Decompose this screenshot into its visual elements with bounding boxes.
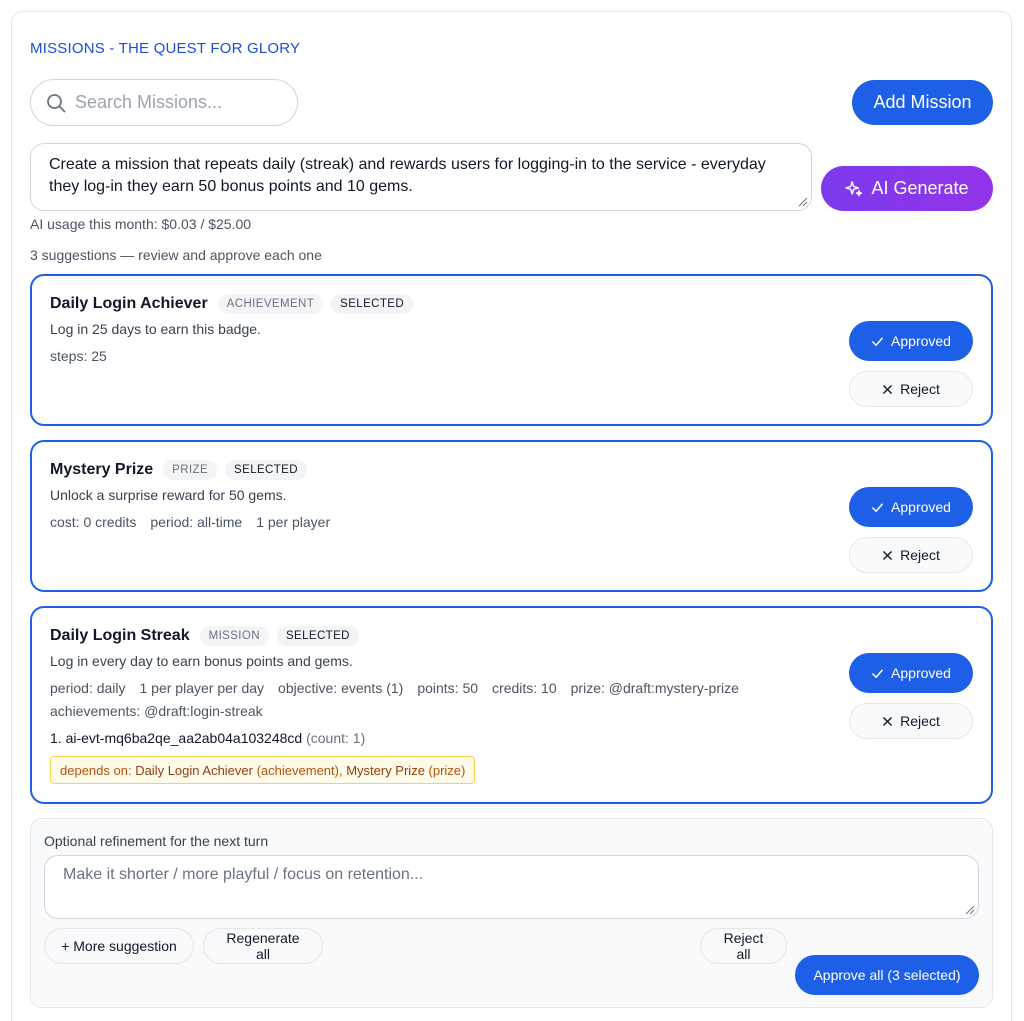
suggestion-card-mystery-prize: Mystery Prize PRIZE SELECTED Unlock a su…: [30, 440, 993, 592]
card-title: Mystery Prize: [50, 461, 154, 478]
refinement-panel: Optional refinement for the next turn + …: [30, 818, 993, 1008]
selected-tag: SELECTED: [276, 626, 359, 646]
prompt-box[interactable]: Create a mission that repeats daily (str…: [30, 143, 812, 211]
more-suggestion-button[interactable]: + More suggestion: [44, 928, 194, 964]
check-icon: [872, 669, 883, 678]
depends-type-b: (prize): [424, 762, 466, 778]
card-description: Unlock a surprise reward for 50 gems.: [50, 487, 287, 503]
meta-item: steps: 25: [50, 348, 107, 364]
type-tag: ACHIEVEMENT: [217, 294, 324, 314]
sparkle-icon: [845, 180, 863, 196]
depends-type-a: (achievement),: [252, 762, 347, 778]
ai-usage-text: AI usage this month: $0.03 / $25.00: [30, 216, 252, 232]
ai-generate-label: AI Generate: [871, 178, 969, 198]
close-icon: [883, 550, 893, 560]
meta-item: period: daily: [50, 680, 126, 696]
search-input[interactable]: [75, 80, 290, 125]
reject-label: Reject: [900, 547, 940, 563]
card-meta-achievements: achievements: @draft:login-streak: [50, 703, 263, 719]
reject-button[interactable]: Reject: [849, 371, 973, 407]
close-icon: [883, 716, 893, 726]
type-tag: PRIZE: [163, 460, 218, 480]
event-id: 1. ai-evt-mq6ba2qe_aa2ab04a103248cd: [50, 730, 303, 746]
refinement-box[interactable]: [44, 855, 979, 919]
approved-label: Approved: [891, 333, 951, 349]
type-tag: MISSION: [199, 626, 269, 646]
add-mission-button[interactable]: Add Mission: [852, 80, 993, 125]
meta-item: cost: 0 credits: [50, 514, 137, 530]
meta-item: 1 per player per day: [139, 680, 265, 696]
reject-button[interactable]: Reject: [849, 537, 973, 573]
suggestion-card-daily-login-achiever: Daily Login Achiever ACHIEVEMENT SELECTE…: [30, 274, 993, 426]
event-line: 1. ai-evt-mq6ba2qe_aa2ab04a103248cd (cou…: [50, 730, 365, 746]
refinement-label: Optional refinement for the next turn: [44, 833, 269, 849]
card-description: Log in 25 days to earn this badge.: [50, 321, 261, 337]
card-title: Daily Login Achiever: [50, 295, 208, 312]
depends-link-achiever[interactable]: Daily Login Achiever: [135, 763, 253, 778]
depends-badge: depends on: Daily Login Achiever (achiev…: [50, 756, 476, 784]
resize-grip-icon[interactable]: [798, 197, 808, 207]
card-meta: cost: 0 credits period: all-time 1 per p…: [50, 514, 330, 530]
suggestions-count-text: 3 suggestions — review and approve each …: [30, 247, 322, 263]
suggestion-card-daily-login-streak: Daily Login Streak MISSION SELECTED Log …: [30, 606, 993, 804]
meta-item: points: 50: [417, 680, 479, 696]
approved-button[interactable]: Approved: [849, 487, 973, 527]
check-icon: [872, 503, 883, 512]
meta-item: objective: events (1): [278, 680, 404, 696]
prompt-textarea[interactable]: Create a mission that repeats daily (str…: [31, 144, 811, 210]
search-box[interactable]: [30, 79, 298, 126]
card-meta: period: daily 1 per player per day objec…: [50, 680, 739, 696]
selected-tag: SELECTED: [225, 460, 307, 480]
reject-label: Reject: [900, 381, 940, 397]
approved-button[interactable]: Approved: [849, 321, 973, 361]
event-count: (count: 1): [306, 730, 366, 746]
search-icon: [47, 94, 66, 113]
card-title: Daily Login Streak: [50, 627, 190, 644]
page-title: MISSIONS - THE QUEST FOR GLORY: [30, 40, 301, 57]
check-icon: [872, 337, 883, 346]
meta-item: 1 per player: [256, 514, 331, 530]
meta-item: period: all-time: [150, 514, 243, 530]
refinement-textarea[interactable]: [45, 856, 978, 918]
approved-label: Approved: [891, 665, 951, 681]
meta-item: credits: 10: [492, 680, 557, 696]
reject-label: Reject: [900, 713, 940, 729]
meta-item: prize: @draft:mystery-prize: [570, 680, 739, 696]
close-icon: [883, 384, 893, 394]
reject-button[interactable]: Reject: [849, 703, 973, 739]
approved-button[interactable]: Approved: [849, 653, 973, 693]
resize-grip-icon[interactable]: [965, 905, 975, 915]
depends-prefix: depends on:: [60, 762, 136, 778]
depends-link-prize[interactable]: Mystery Prize: [346, 763, 425, 778]
regenerate-all-button[interactable]: Regenerate all: [203, 928, 323, 964]
card-description: Log in every day to earn bonus points an…: [50, 653, 353, 669]
ai-generate-button[interactable]: AI Generate: [821, 166, 993, 211]
approve-all-button[interactable]: Approve all (3 selected): [795, 955, 979, 995]
approved-label: Approved: [891, 499, 951, 515]
selected-tag: SELECTED: [331, 294, 414, 314]
card-meta: steps: 25: [50, 348, 107, 364]
reject-all-button[interactable]: Reject all: [700, 928, 787, 964]
